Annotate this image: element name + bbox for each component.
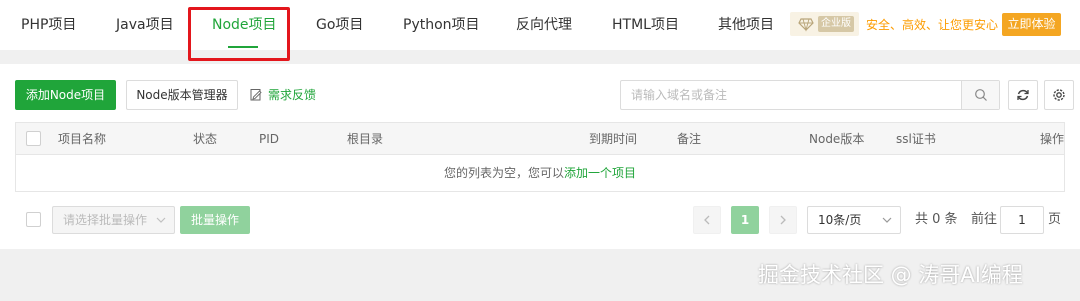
tab-other[interactable]: 其他项目 [718,0,774,50]
prev-page-button[interactable] [693,206,721,234]
table-header: 项目名称 状态 PID 根目录 到期时间 备注 Node版本 ssl证书 操作 [16,123,1064,155]
project-table: 项目名称 状态 PID 根目录 到期时间 备注 Node版本 ssl证书 操作 … [15,122,1065,192]
search-input[interactable] [621,81,961,109]
refresh-button[interactable] [1008,80,1038,110]
add-node-project-button[interactable]: 添加Node项目 [15,80,116,110]
column-header-ssl[interactable]: ssl证书 [896,123,936,155]
tab-go[interactable]: Go项目 [316,0,363,50]
tab-reverse-proxy[interactable]: 反向代理 [516,0,572,50]
tab-html[interactable]: HTML项目 [612,0,679,50]
project-panel: 添加Node项目 Node版本管理器 需求反馈 请输入域名或备注 项目名称 状态… [0,64,1080,249]
feedback-link[interactable]: 需求反馈 [250,86,316,104]
edit-icon [250,89,262,101]
enterprise-label: 企业版 [818,16,854,32]
column-header-expiry[interactable]: 到期时间 [589,123,637,155]
page-size-select[interactable]: 10条/页 [807,206,901,234]
column-header-pid[interactable]: PID [259,123,279,155]
gear-icon [1053,89,1065,101]
tab-php[interactable]: PHP项目 [21,0,76,50]
chevron-down-icon [882,217,892,223]
tab-python[interactable]: Python项目 [403,0,480,50]
search-icon [975,89,987,101]
batch-operation-select[interactable]: 请选择批量操作 [52,206,175,234]
empty-text: 您的列表为空，您可以 [443,166,564,180]
add-project-link[interactable]: 添加一个项目 [564,166,636,180]
goto-label: 前往 [971,212,998,227]
enterprise-badge[interactable]: 企业版 [790,12,859,36]
enterprise-slogan: 安全、高效、让您更安心 [866,18,999,32]
current-page-button[interactable]: 1 [731,206,759,234]
column-header-name[interactable]: 项目名称 [58,123,106,155]
column-header-status[interactable]: 状态 [193,123,217,155]
tab-java[interactable]: Java项目 [116,0,174,50]
project-type-tabs: PHP项目 Java项目 Node项目 Go项目 Python项目 反向代理 H… [0,0,1080,50]
select-all-checkbox[interactable] [26,131,41,146]
watermark: 掘金技术社区 @ 涛哥AI编程 [758,263,1023,287]
search-box [620,80,1000,110]
column-header-actions: 操作 [1040,132,1065,146]
column-header-root-dir[interactable]: 根目录 [347,123,383,155]
node-tab-highlight [188,7,290,61]
settings-button[interactable] [1044,80,1074,110]
batch-operation-button[interactable]: 批量操作 [180,206,250,234]
chevron-down-icon [156,217,166,223]
feedback-label: 需求反馈 [268,88,317,102]
chevron-left-icon [704,215,710,225]
node-version-manager-button[interactable]: Node版本管理器 [126,80,238,110]
batch-select-placeholder: 请选择批量操作 [63,213,148,227]
page-size-value: 10条/页 [818,213,862,227]
chevron-right-icon [780,215,786,225]
column-header-node-version[interactable]: Node版本 [809,123,864,155]
next-page-button[interactable] [769,206,797,234]
goto-page-input[interactable]: 1 [1000,206,1044,234]
footer-select-checkbox[interactable] [26,212,41,227]
try-now-button[interactable]: 立即体验 [1002,13,1061,36]
total-count: 共 0 条 [915,212,958,227]
refresh-icon [1017,89,1029,101]
search-button[interactable] [961,81,999,109]
diamond-icon [798,18,814,32]
empty-list-message: 您的列表为空，您可以添加一个项目 [16,155,1064,191]
column-header-remark[interactable]: 备注 [677,123,701,155]
page-suffix: 页 [1048,212,1062,227]
